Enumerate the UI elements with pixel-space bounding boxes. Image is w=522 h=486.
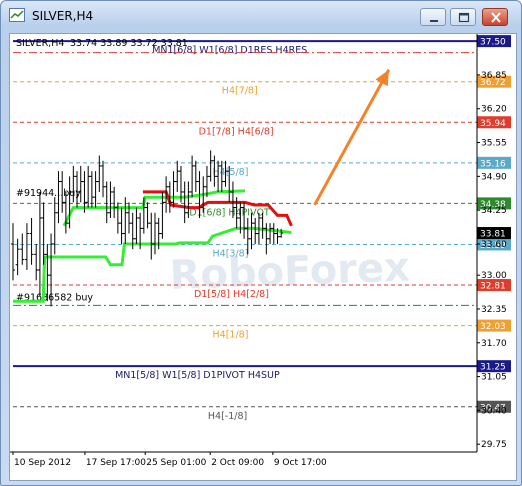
price-tag-label: 32.03 [480, 322, 506, 332]
price-tick-label: 30.40 [481, 406, 507, 416]
level-label: H4[3/8] [213, 248, 249, 259]
chart-ohlc: 33.74 33.89 33.72 33.81 [70, 38, 188, 49]
chart-area[interactable]: RoboForex MN1[6/8] W1[6/8] D1RES H4RES 37… [9, 33, 517, 481]
price-tick-label: 36.20 [481, 105, 507, 115]
price-tag-label: 31.25 [480, 363, 506, 373]
level-label: D1[5/8] H4[2/8] [194, 289, 269, 300]
level-label: MN1[5/8] W1[5/8] D1PIVOT H4SUP [115, 370, 280, 381]
time-tick-label: 2 Oct 09:00 [211, 458, 264, 468]
time-tick-label: 9 Oct 17:00 [274, 458, 327, 468]
window-title: SILVER,H4 [32, 9, 94, 23]
level-label: H4[-1/8] [208, 411, 247, 422]
price-tag-label: 32.81 [480, 282, 506, 292]
time-tick-label: 17 Sep 17:00 [86, 458, 146, 468]
chart-window: SILVER,H4 RoboForex MN1[6/8] W1[6/8] D1R… [0, 0, 522, 486]
level-label: H4[7/8] [222, 86, 258, 97]
price-chart[interactable]: RoboForex MN1[6/8] W1[6/8] D1RES H4RES37… [10, 34, 516, 480]
price-tag-label: 37.50 [480, 38, 506, 48]
price-tick-label: 31.70 [481, 339, 507, 349]
level-label: D1[6/8] H4PIVOT [189, 207, 270, 218]
price-tick-label: 34.25 [481, 206, 507, 216]
price-tick-label: 29.75 [481, 440, 507, 450]
order-label: #91944...buy [16, 188, 81, 199]
price-tag-label: 35.94 [480, 119, 506, 129]
price-tick-label: 35.55 [481, 139, 507, 149]
price-tick-label: 31.05 [481, 373, 507, 383]
price-tick-label: 36.85 [481, 71, 507, 81]
price-tag-label: 35.16 [480, 159, 506, 169]
price-tick-label: 32.35 [481, 305, 507, 315]
level-label: H4[1/8] [213, 330, 249, 341]
time-tick-label: 10 Sep 2012 [14, 458, 71, 468]
level-label: D1[7/8] H4[6/8] [199, 126, 274, 137]
chart-symbol: SILVER,H4 [16, 38, 64, 49]
close-button[interactable] [482, 8, 508, 26]
chart-icon [9, 8, 25, 22]
maximize-icon [458, 12, 470, 23]
close-icon [491, 12, 501, 23]
forecast-arrow-shaft [313, 69, 391, 206]
price-tick-label: 34.90 [481, 172, 507, 182]
time-tick-label: 25 Sep 01:00 [146, 458, 206, 468]
price-tick-label: 33.60 [481, 240, 507, 250]
current-price-label: 33.81 [480, 230, 506, 240]
title-bar[interactable]: SILVER,H4 [1, 1, 521, 35]
maximize-button[interactable] [450, 8, 476, 26]
minimize-icon [430, 20, 438, 22]
minimize-button[interactable] [420, 8, 446, 26]
price-tick-label: 33.00 [481, 271, 507, 281]
